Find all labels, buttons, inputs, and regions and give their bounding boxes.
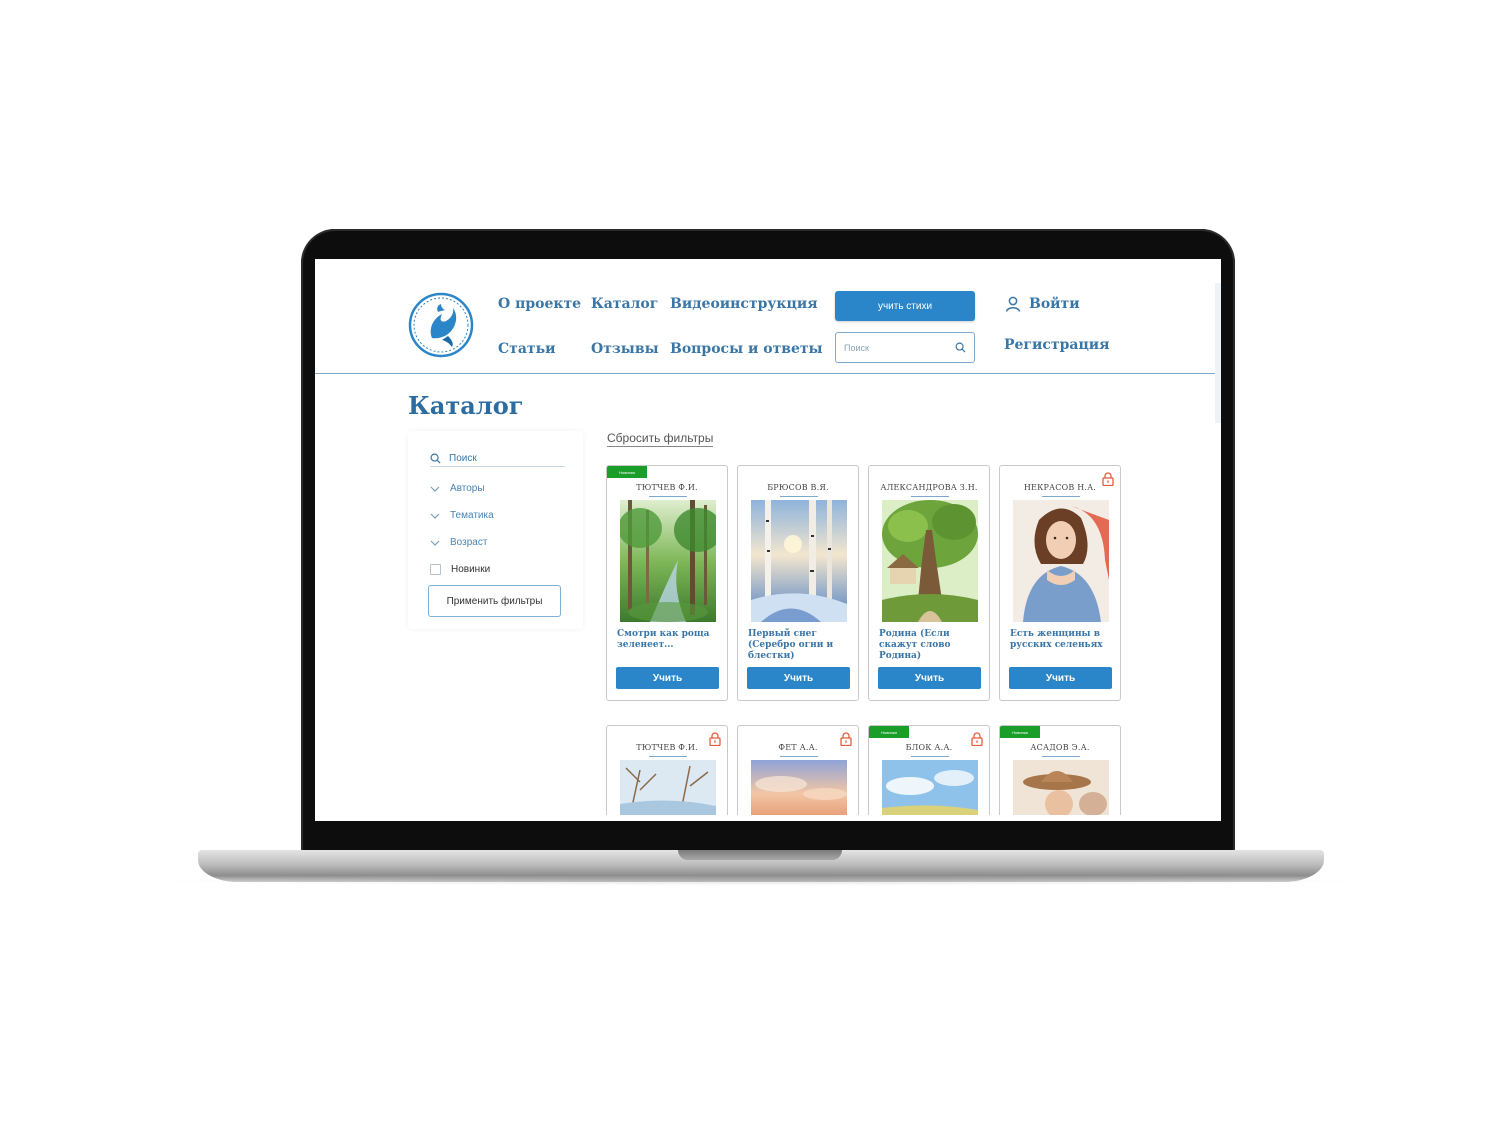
filter-new-only[interactable]: Новинки (430, 564, 490, 575)
nav-faq[interactable]: Вопросы и ответы (670, 341, 823, 357)
card-author: ФЕТ А.А. (778, 743, 818, 752)
forest-cover-image (620, 500, 716, 622)
laptop-screen: О проекте Каталог Видеоинструкция Статьи… (315, 259, 1221, 821)
new-badge: Новинки (607, 466, 647, 478)
new-only-checkbox[interactable] (430, 564, 441, 575)
laptop-notch (678, 850, 842, 860)
poem-card[interactable]: ТЮТЧЕВ Ф.И. (606, 725, 728, 815)
chevron-down-icon (430, 513, 440, 519)
card-author: БРЮСОВ В.Я. (767, 483, 829, 492)
card-author: ТЮТЧЕВ Ф.И. (636, 483, 698, 492)
hat-portrait-cover-image (1013, 760, 1109, 815)
filter-age-label: Возраст (450, 537, 488, 548)
filters-panel: Поиск Авторы Тематика Возраст Новинки Пр… (408, 431, 583, 629)
nav-video[interactable]: Видеоинструкция (670, 296, 818, 312)
poem-card[interactable]: Новинки БЛОК А.А. (868, 725, 990, 815)
search-icon (430, 453, 441, 464)
login-link[interactable]: Войти (1005, 296, 1080, 312)
poem-card[interactable]: АЛЕКСАНДРОВА З.Н. Родина (Если скажут сл… (868, 465, 990, 701)
card-title: Смотри как роща зеленеет... (617, 629, 710, 650)
card-author: БЛОК А.А. (905, 743, 953, 752)
spring-cover-image (620, 760, 716, 815)
filter-search-input[interactable]: Поиск (430, 451, 565, 467)
user-icon (1005, 296, 1021, 312)
chevron-down-icon (430, 540, 440, 546)
filter-topics-label: Тематика (450, 510, 494, 521)
nav-catalog[interactable]: Каталог (591, 296, 658, 312)
logo-icon[interactable] (408, 292, 474, 358)
woman-portrait-cover-image (1013, 500, 1109, 622)
sky-cover-image (882, 760, 978, 815)
card-title: Родина (Если скажут слово Родина) (879, 629, 951, 661)
card-author: АЛЕКСАНДРОВА З.Н. (880, 483, 978, 492)
sunset-cover-image (751, 760, 847, 815)
study-button[interactable]: Учить (616, 667, 719, 689)
filter-new-only-label: Новинки (451, 564, 491, 575)
nav-articles[interactable]: Статьи (498, 341, 555, 357)
search-icon[interactable] (955, 342, 966, 353)
study-button[interactable]: Учить (1009, 667, 1112, 689)
login-label: Войти (1029, 296, 1080, 312)
card-author: НЕКРАСОВ Н.А. (1023, 483, 1097, 492)
page-title: Каталог (408, 391, 524, 420)
study-button[interactable]: Учить (747, 667, 850, 689)
poem-card[interactable]: НЕКРАСОВ Н.А. Есть женщины в русских сел… (999, 465, 1121, 701)
poem-card[interactable]: ФЕТ А.А. (737, 725, 859, 815)
new-badge: Новинки (1000, 726, 1040, 738)
author-underline (649, 496, 687, 497)
filter-topics[interactable]: Тематика (430, 510, 494, 521)
poem-card[interactable]: Новинки ТЮТЧЕВ Ф.И. Смотри как роща зеле… (606, 465, 728, 701)
card-author: ТЮТЧЕВ Ф.И. (636, 743, 698, 752)
author-underline (911, 756, 949, 757)
apply-filters-button[interactable]: Применить фильтры (428, 585, 561, 617)
learn-poems-button[interactable]: учить стихи (835, 291, 975, 321)
nav-about[interactable]: О проекте (498, 296, 581, 312)
card-author: АСАДОВ Э.А. (1030, 743, 1090, 752)
author-underline (780, 496, 818, 497)
study-button[interactable]: Учить (878, 667, 981, 689)
header-search-placeholder: Поиск (844, 342, 869, 353)
author-underline (911, 496, 949, 497)
page-scrollbar[interactable] (1215, 283, 1221, 423)
header-search-input[interactable]: Поиск (835, 332, 975, 363)
filter-authors-label: Авторы (450, 483, 485, 494)
author-underline (780, 756, 818, 757)
author-underline (1042, 756, 1080, 757)
filter-authors[interactable]: Авторы (430, 483, 485, 494)
filter-age[interactable]: Возраст (430, 537, 487, 548)
author-underline (1042, 496, 1080, 497)
chevron-down-icon (430, 486, 440, 492)
laptop-shadow (150, 876, 1374, 886)
site-header: О проекте Каталог Видеоинструкция Статьи… (315, 259, 1221, 374)
register-link[interactable]: Регистрация (1004, 337, 1110, 353)
reset-filters-link[interactable]: Сбросить фильтры (607, 431, 714, 447)
village-cover-image (882, 500, 978, 622)
author-underline (649, 756, 687, 757)
card-title: Первый снег (Серебро огни и блестки) (748, 629, 834, 661)
new-badge: Новинки (869, 726, 909, 738)
poem-card[interactable]: БРЮСОВ В.Я. Первый снег (Серебро огни и … (737, 465, 859, 701)
filter-search-placeholder: Поиск (449, 453, 477, 464)
winter-cover-image (751, 500, 847, 622)
card-title: Есть женщины в русских селеньях (1010, 629, 1103, 650)
nav-reviews[interactable]: Отзывы (591, 341, 659, 357)
poem-card[interactable]: Новинки АСАДОВ Э.А. (999, 725, 1121, 815)
